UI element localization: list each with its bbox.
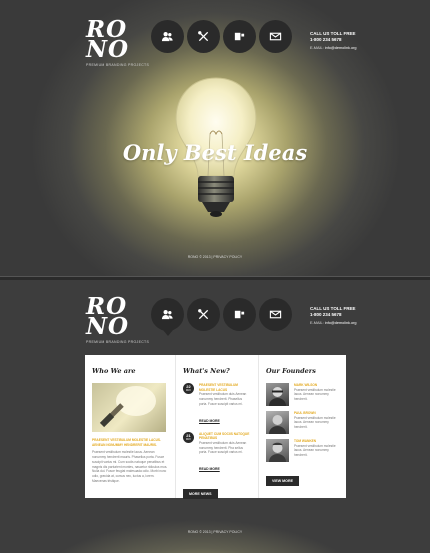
read-more-link[interactable]: READ MORE [199,467,220,471]
email-label: E-MAIL: [310,321,324,325]
person-icon [269,442,286,462]
date-month: MAY [185,437,191,441]
founder-text: Praesent vestibulum molestie lacus. Aene… [294,415,336,430]
hero-headline: Only Best Ideas [122,140,308,165]
founder-item: MARK WILSON Praesent vestibulum molestie… [266,383,339,406]
email-line: E-MAIL: info@demolink.org [310,46,390,50]
email-link[interactable]: info@demolink.org [325,46,357,50]
logo-tagline: PREMIUM BRANDING PROJECTS [86,63,150,67]
news-text: Praesent vestibulum duis Aenean nonummy … [199,392,247,406]
whats-new-column: What's New? 22 MAY PRAESENT VESTIBULUM M… [175,355,258,500]
site-logo[interactable]: RO NO PREMIUM BRANDING PROJECTS [86,18,150,67]
contact-info: CALL US TOLL FREE 1-800 234 5678 E-MAIL:… [310,31,390,50]
main-nav-2 [151,298,292,336]
date-month: MAY [185,389,191,392]
main-nav [151,20,292,53]
contact-info-2: CALL US TOLL FREE 1-800 234 5678 E-MAIL:… [310,306,390,325]
nav-portfolio-button[interactable] [223,20,256,53]
logo-line-2: NO [86,313,130,340]
whats-new-title: What's New? [183,367,230,375]
logo-line-2: NO [86,36,130,63]
users-icon [161,32,173,42]
read-more-link[interactable]: READ MORE [199,419,220,423]
nav-services-button[interactable] [187,20,220,53]
content-panel: Who We are PRAESENT VESTIBULUM MOLESTIE … [85,355,346,500]
view-more-button[interactable]: VIEW MORE [266,476,299,486]
phone-number: 1-800 234 5678 [310,312,342,317]
book-icon [234,310,245,319]
founder-avatar [266,439,289,462]
who-we-are-column: Who We are PRAESENT VESTIBULUM MOLESTIE … [85,355,175,498]
news-item: 21 MAY ALIQUET CUM SOCIIS NATOQUE PENATI… [183,431,251,475]
founder-text: Praesent vestibulum molestie lacus. Aene… [294,387,336,402]
date-badge: 21 MAY [183,431,194,443]
news-item: 22 MAY PRAESENT VESTIBULUM MOLESTIE LACU… [183,383,251,426]
nav-portfolio-button[interactable] [223,298,256,331]
phone-number: 1-800 234 5678 [310,37,342,42]
book-icon [234,32,245,41]
founder-item: TOM WANKEN Praesent vestibulum molestie … [266,439,339,462]
email-line: E-MAIL: info@demolink.org [310,321,390,325]
lightbulb-photo [99,386,156,428]
founders-column: Our Founders MARK WILSON Praesent vestib… [258,355,346,498]
mail-icon [269,32,282,41]
person-icon [269,415,286,434]
nav-about-button[interactable] [151,20,184,53]
who-we-are-text: Praesent vestibulum molestie lacus. Aene… [92,450,168,483]
news-heading[interactable]: PRAESENT VESTIBULUM MOLESTIE LACUS [199,383,251,392]
nav-services-button[interactable] [187,298,220,331]
who-we-are-image [92,383,166,432]
nav-about-button[interactable] [151,298,184,336]
who-we-are-title: Who We are [92,367,136,375]
email-link[interactable]: info@demolink.org [325,321,357,325]
who-we-are-highlight: PRAESENT VESTIBULUM MOLESTIE LACUS. AENE… [92,438,161,447]
news-text: Praesent vestibulum duis Aenean nonummy … [199,440,247,455]
email-label: E-MAIL: [310,46,324,50]
users-icon [161,310,173,320]
logo-tagline: PREMIUM BRANDING PROJECTS [86,340,150,344]
news-heading[interactable]: ALIQUET CUM SOCIIS NATOQUE PENATIBUS [199,432,251,441]
founders-title: Our Founders [266,367,316,375]
tools-icon [198,31,209,42]
mail-icon [269,310,282,319]
content-footer[interactable]: RONO © 2013 | PRIVACY POLICY [0,530,430,534]
nav-contacts-button[interactable] [259,20,292,53]
nav-contacts-button[interactable] [259,298,292,331]
founder-avatar [266,383,289,406]
founder-text: Praesent vestibulum molestie lacus. Aene… [294,443,336,458]
hero-footer[interactable]: RONO © 2013 | PRIVACY POLICY [0,255,430,259]
founder-item: PAUL BROWN Praesent vestibulum molestie … [266,411,339,434]
more-news-button[interactable]: MORE NEWS [183,489,218,500]
site-logo-2[interactable]: RO NO PREMIUM BRANDING PROJECTS [86,295,150,344]
founder-avatar [266,411,289,434]
person-icon [269,387,286,406]
content-section: RO NO PREMIUM BRANDING PROJECTS CALL US … [0,280,430,553]
tools-icon [198,309,209,320]
date-badge: 22 MAY [183,383,194,394]
hero-section: RO NO PREMIUM BRANDING PROJECTS CALL US … [0,0,430,276]
